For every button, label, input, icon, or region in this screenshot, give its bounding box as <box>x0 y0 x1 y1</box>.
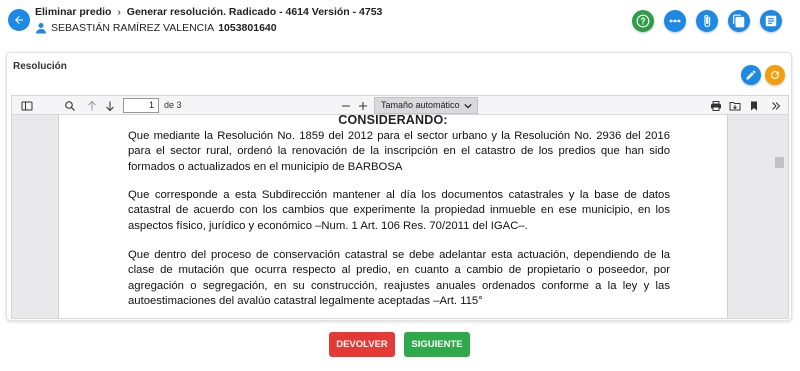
document-paragraph-1: Que mediante la Resolución No. 1859 del … <box>128 130 670 173</box>
return-button[interactable]: DEVOLVER <box>329 332 395 357</box>
print-button[interactable] <box>709 99 722 112</box>
breadcrumb: Eliminar predio › Generar resolución. Ra… <box>35 6 382 18</box>
user-document: 1053801640 <box>218 22 277 34</box>
notes-icon <box>765 15 777 27</box>
search-icon <box>64 100 75 111</box>
next-button[interactable]: SIGUIENTE <box>404 332 470 357</box>
edit-button[interactable] <box>741 65 761 85</box>
save-button[interactable] <box>728 99 741 112</box>
document-paragraph-3: Que dentro del proceso de conservación c… <box>128 249 670 307</box>
user-name: SEBASTIÁN RAMÍREZ VALENCIA <box>51 22 215 34</box>
bookmark-button[interactable] <box>747 99 760 112</box>
double-chevron-right-icon <box>771 101 780 110</box>
plus-icon <box>358 101 367 110</box>
download-folder-icon <box>729 101 740 110</box>
refresh-button[interactable] <box>765 65 785 85</box>
page-number-input[interactable]: 1 <box>123 98 159 113</box>
document-heading: CONSIDERANDO: <box>338 115 448 127</box>
help-icon <box>636 14 650 28</box>
zoom-select[interactable]: Tamaño automático <box>374 97 478 114</box>
zoom-in-button[interactable] <box>356 99 369 112</box>
user-info: SEBASTIÁN RAMÍREZ VALENCIA 1053801640 <box>35 22 277 34</box>
document-paragraph-2: Que corresponde a esta Subdirección mant… <box>128 189 670 232</box>
copy-button[interactable] <box>728 10 750 32</box>
sidebar-icon <box>21 101 32 110</box>
back-button[interactable] <box>8 9 30 31</box>
person-icon <box>36 23 46 34</box>
copy-icon <box>733 14 745 28</box>
top-header: Eliminar predio › Generar resolución. Ra… <box>0 0 800 42</box>
card-actions <box>741 65 785 85</box>
chevron-down-icon <box>464 103 472 109</box>
more-button[interactable] <box>664 10 686 32</box>
more-horizontal-icon <box>669 19 681 23</box>
breadcrumb-separator: › <box>117 6 121 18</box>
toggle-sidebar-button[interactable] <box>20 99 33 112</box>
previous-page-button[interactable] <box>85 99 98 112</box>
arrow-down-icon <box>105 101 114 111</box>
bookmark-icon <box>750 101 757 110</box>
tools-menu-button[interactable] <box>769 99 782 112</box>
find-button[interactable] <box>63 99 76 112</box>
attachment-button[interactable] <box>696 10 718 32</box>
breadcrumb-item-current: Generar resolución. Radicado - 4614 Vers… <box>126 6 383 18</box>
card-title: Resolución <box>13 61 67 72</box>
page-count: de 3 <box>164 100 182 110</box>
arrow-left-icon <box>15 16 23 24</box>
pdf-scrollbar[interactable] <box>775 115 784 318</box>
print-icon <box>710 100 721 111</box>
zoom-select-value: Tamaño automático <box>381 100 460 110</box>
zoom-out-button[interactable] <box>339 99 352 112</box>
pdf-viewer: 1 de 3 Tamaño automático CONSIDERANDO: Q… <box>11 95 789 319</box>
arrow-up-icon <box>87 100 96 110</box>
notes-button[interactable] <box>760 10 782 32</box>
header-actions <box>632 10 782 32</box>
minus-icon <box>341 105 350 106</box>
edit-icon <box>746 70 756 80</box>
pdf-toolbar: 1 de 3 Tamaño automático <box>12 96 788 115</box>
attachment-icon <box>704 14 711 28</box>
next-page-button[interactable] <box>103 99 116 112</box>
resolution-card: Resolución 1 de 3 Tamaño automático CONS… <box>6 52 792 321</box>
pdf-scrollbar-thumb[interactable] <box>775 157 784 168</box>
pdf-page: CONSIDERANDO: Que mediante la Resolución… <box>58 115 728 318</box>
refresh-icon <box>771 71 780 80</box>
breadcrumb-item-eliminar-predio[interactable]: Eliminar predio <box>35 6 111 18</box>
help-button[interactable] <box>632 10 654 32</box>
